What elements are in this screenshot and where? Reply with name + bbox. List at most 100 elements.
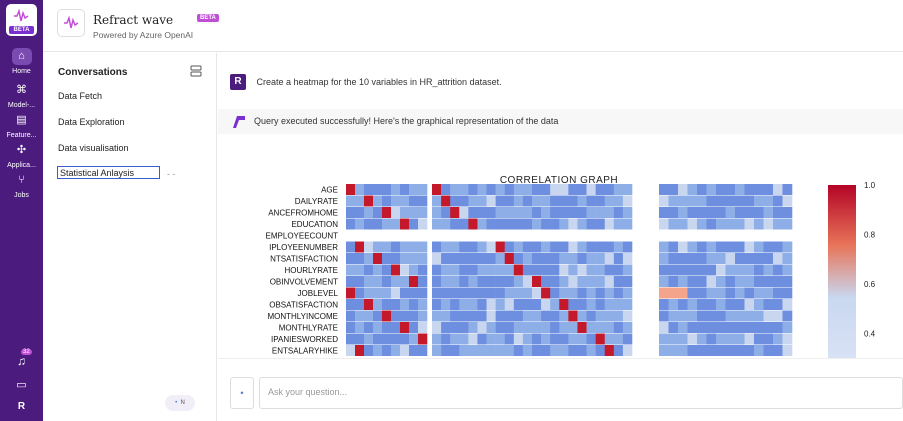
heatmap-cell: [725, 207, 736, 218]
heatmap-cell: [586, 253, 596, 264]
heatmap-cell: [432, 195, 442, 207]
heatmap-cell: [450, 207, 460, 218]
heatmap-cell: [763, 218, 774, 230]
heatmap-cell: [577, 310, 587, 322]
conversation-item[interactable]: Data Fetch: [58, 91, 102, 101]
heatmap-cell: [782, 264, 793, 276]
heatmap-cell: [687, 264, 698, 276]
colorbar-tick-label: 0.8: [864, 230, 876, 239]
heatmap-cell: [382, 264, 392, 276]
heatmap-cell: [577, 253, 587, 264]
heatmap-cell: [550, 241, 560, 253]
heatmap-cell: [725, 333, 736, 345]
heatmap-cell: [577, 287, 587, 299]
colorbar-tick-label: 0.6: [864, 280, 876, 289]
heatmap-cell: [622, 184, 633, 195]
heatmap-cell: [568, 241, 578, 253]
heatmap-cell: [391, 322, 401, 333]
heatmap-cell: [477, 253, 487, 264]
heatmap-cell: [522, 195, 533, 207]
heatmap-cell: [659, 322, 669, 333]
heatmap-cell: [782, 322, 793, 333]
heatmap-cell: [495, 241, 506, 253]
heatmap-cell: [568, 264, 578, 276]
heatmap-cell: [550, 184, 560, 195]
add-button[interactable]: •: [230, 377, 254, 409]
heatmap-cell: [495, 184, 506, 195]
heatmap-cell: [782, 253, 793, 264]
heatmap-cell: [432, 264, 442, 276]
heatmap-cell: [604, 241, 615, 253]
heatmap-cell: [522, 276, 533, 287]
heatmap-cell: [432, 333, 442, 345]
heatmap-cell: [744, 322, 755, 333]
heatmap-cell: [432, 241, 442, 253]
heatmap-cell: [459, 287, 469, 299]
heatmap-cell: [513, 253, 524, 264]
conversation-item[interactable]: Data Exploration: [58, 117, 125, 127]
heatmap-cell: [364, 264, 374, 276]
heatmap-cell: [754, 184, 764, 195]
heatmap-cell: [541, 241, 551, 253]
heatmap-cell: [400, 345, 410, 356]
heatmap-cell: [382, 218, 392, 230]
logo-beta-badge: BETA: [9, 26, 34, 34]
heatmap-cell: [486, 276, 496, 287]
heatmap-cell: [678, 299, 688, 310]
heatmap-cell: [355, 253, 365, 264]
wave-logo-icon: [14, 9, 29, 22]
conversation-item[interactable]: Data visualisation: [58, 143, 129, 153]
heatmap-cell: [346, 184, 356, 195]
list-toggle-icon[interactable]: [190, 65, 202, 77]
heatmap-cell: [522, 287, 533, 299]
question-input[interactable]: [268, 387, 868, 397]
add-dot-icon: •: [240, 388, 244, 398]
profile-button[interactable]: R: [0, 401, 43, 412]
heatmap-cell: [687, 287, 698, 299]
heatmap-cell: [659, 299, 669, 310]
heatmap-cell: [504, 333, 515, 345]
heatmap-cell: [559, 241, 569, 253]
heatmap-cell: [622, 264, 633, 276]
heatmap-cell: [586, 207, 596, 218]
heatmap-cell: [716, 184, 726, 195]
heatmap-cell: [744, 310, 755, 322]
heatmap-cell: [373, 195, 383, 207]
heatmap-cell: [541, 310, 551, 322]
heatmap-cell: [697, 322, 707, 333]
docs-button[interactable]: ▭: [0, 378, 43, 391]
heatmap-cell: [773, 310, 783, 322]
heatmap-cell: [773, 218, 783, 230]
heatmap-cell: [586, 299, 596, 310]
heatmap-cell: [735, 310, 745, 322]
heatmap-cell: [744, 207, 755, 218]
conversation-more-icon[interactable]: - -: [167, 169, 176, 179]
bell-icon: ♫: [17, 354, 26, 368]
notifications-button[interactable]: ♫ 32: [0, 349, 43, 370]
heatmap-cell: [763, 184, 774, 195]
heatmap-cell: [504, 253, 515, 264]
heatmap-cell: [346, 253, 356, 264]
user-chip[interactable]: • N: [165, 395, 195, 411]
nav-model[interactable]: ⌘ Model-...: [0, 82, 43, 109]
nav-jobs[interactable]: ⑂ Jobs: [0, 172, 43, 199]
heatmap-cell: [504, 287, 515, 299]
nav-applications[interactable]: ✣ Applica...: [0, 142, 43, 169]
conversation-rename-field[interactable]: Statistical Anlaysis: [57, 166, 160, 179]
app-logo[interactable]: BETA: [6, 4, 37, 36]
heatmap-cell: [400, 195, 410, 207]
question-box[interactable]: [259, 377, 903, 409]
nav-home[interactable]: ⌂ Home: [0, 48, 43, 75]
heatmap-cell: [577, 345, 587, 356]
heatmap-cell: [604, 345, 615, 356]
heatmap-cell: [450, 345, 460, 356]
heatmap-cell: [346, 287, 356, 299]
heatmap-cell: [763, 253, 774, 264]
heatmap-cell: [441, 287, 451, 299]
heatmap-cell: [668, 264, 679, 276]
heatmap-cell: [622, 195, 633, 207]
heatmap-cell: [773, 333, 783, 345]
heatmap-cell: [400, 218, 410, 230]
heatmap-cell: [409, 195, 419, 207]
nav-feature[interactable]: ▤ Feature...: [0, 112, 43, 139]
